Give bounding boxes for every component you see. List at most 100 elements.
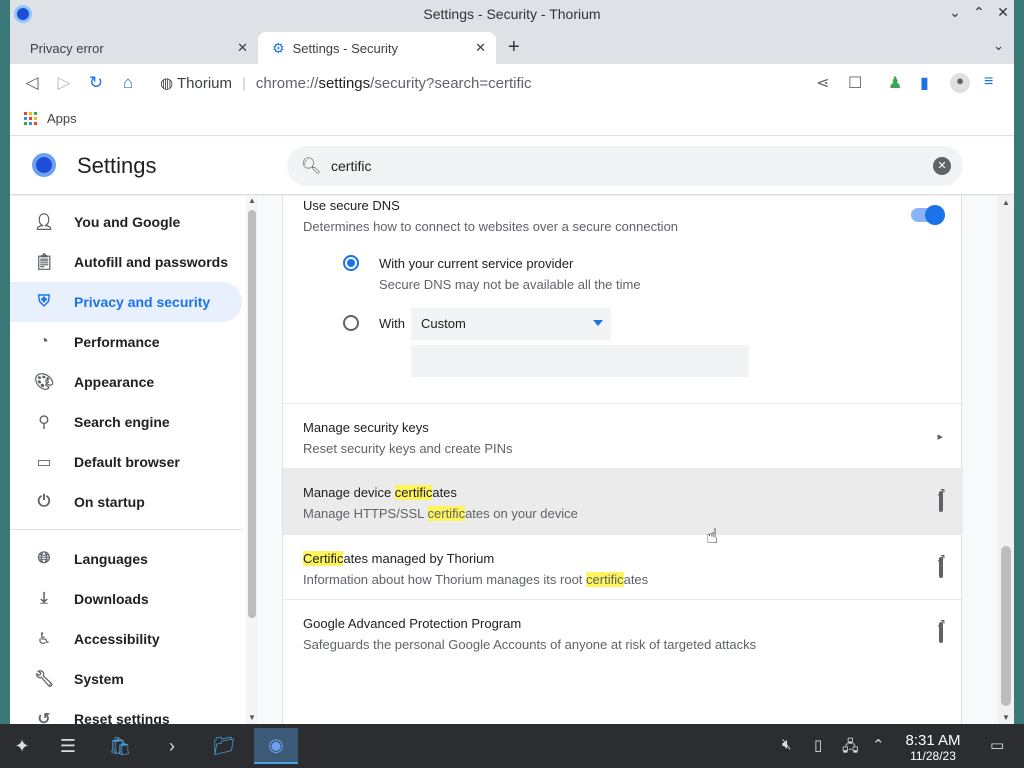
sidebar-item-appearance[interactable]: 🎨︎ Appearance (10, 362, 242, 402)
globe-icon: 🌐︎ (37, 550, 51, 567)
manage-security-keys-row[interactable]: Manage security keys Reset security keys… (283, 404, 963, 470)
scroll-up-icon[interactable]: ▲ (248, 196, 256, 205)
select-value: Custom (421, 316, 466, 331)
tray-expand-icon[interactable]: ⌃ (872, 736, 885, 754)
sidebar-item-accessibility[interactable]: ♿︎ Accessibility (10, 619, 242, 659)
radio-current-provider[interactable] (343, 255, 359, 271)
discover-store-icon[interactable]: 🛍︎ (98, 728, 142, 764)
shield-icon: ⛨ (37, 293, 50, 310)
manage-device-certificates-row[interactable]: Manage device certificates Manage HTTPS/… (283, 469, 963, 535)
sidebar-item-reset[interactable]: ↺ Reset settings (10, 699, 242, 724)
thorium-taskbar-icon[interactable]: ◉ (254, 728, 298, 764)
main-scrollbar[interactable]: ▲ ▼ (998, 196, 1014, 724)
profile-avatar-icon[interactable]: ● (950, 73, 970, 93)
sidebar-item-you-and-google[interactable]: 👤︎ You and Google (10, 202, 242, 242)
address-bar[interactable]: ◍ Thorium | chrome://settings/security?s… (160, 74, 531, 93)
power-icon: ⏻ (37, 493, 51, 510)
sidebar-item-label: Default browser (74, 454, 180, 470)
menu-icon[interactable]: ≡ (984, 73, 993, 91)
tab-search-chevron-icon[interactable]: ⌄ (993, 38, 1004, 54)
scroll-down-icon[interactable]: ▼ (248, 713, 256, 722)
secure-dns-toggle[interactable] (911, 205, 945, 225)
sidebar-item-autofill[interactable]: 📋︎ Autofill and passwords (10, 242, 242, 282)
show-desktop-icon[interactable]: ▭ (990, 736, 1004, 754)
share-icon[interactable]: ⋖ (816, 73, 829, 93)
search-icon: 🔍︎ (301, 158, 322, 175)
network-icon[interactable]: 🖧︎ (842, 736, 859, 761)
maximize-icon[interactable]: ⌃ (972, 4, 986, 21)
home-icon[interactable]: ⌂ (118, 73, 138, 93)
side-panel-icon[interactable]: ▮ (920, 73, 929, 93)
site-identity[interactable]: ◍ Thorium (160, 74, 232, 92)
sidebar-item-label: Reset settings (74, 711, 170, 724)
taskbar: ✦ ☰ 🛍︎ › 📁︎ ◉ 🔇︎ ▯ 🖧︎ ⌃ 8:31 AM 11/28/23… (0, 724, 1024, 768)
desktop: Settings - Security - Thorium ⌄ ⌃ ✕ Priv… (0, 0, 1024, 768)
muted-speaker-icon[interactable]: 🔇︎ (782, 736, 791, 753)
sidebar-item-on-startup[interactable]: ⏻ On startup (10, 482, 242, 522)
reset-icon: ↺ (37, 711, 51, 724)
file-manager-icon[interactable]: 📁︎ (202, 728, 246, 764)
accessibility-icon: ♿︎ (36, 631, 52, 648)
person-icon: 👤︎ (34, 214, 55, 231)
sidebar-item-languages[interactable]: 🌐︎ Languages (10, 539, 242, 579)
dns-provider-select[interactable]: Custom (411, 308, 611, 340)
secure-dns-subtitle: Determines how to connect to websites ov… (303, 219, 679, 234)
tab-strip: Privacy error ✕ ⚙ Settings - Security ✕ … (10, 28, 1014, 64)
storage-icon[interactable]: ▯ (814, 736, 822, 754)
current-provider-option: With your current service provider Secur… (379, 256, 641, 292)
new-tab-button[interactable]: + (508, 36, 520, 59)
sidebar-item-default-browser[interactable]: ▭ Default browser (10, 442, 242, 482)
scroll-down-icon[interactable]: ▼ (1002, 713, 1010, 722)
sidebar-item-system[interactable]: 🔧︎ System (10, 659, 242, 699)
sidebar-item-search-engine[interactable]: ⚲ Search engine (10, 402, 242, 442)
address-separator: | (242, 74, 246, 92)
row-title: Manage device certificates (303, 485, 457, 500)
sidebar-item-performance[interactable]: ◔ Performance (10, 322, 242, 362)
close-tab-icon[interactable]: ✕ (237, 40, 248, 56)
back-icon[interactable]: ◁ (22, 73, 42, 93)
sidebar-item-downloads[interactable]: ⤓ Downloads (10, 579, 242, 619)
minimize-icon[interactable]: ⌄ (948, 4, 962, 21)
tab-settings-security[interactable]: ⚙ Settings - Security ✕ (258, 32, 496, 64)
toggle-knob (925, 205, 945, 225)
sidebar-item-label: Performance (74, 334, 160, 350)
tab-label: Privacy error (30, 40, 104, 56)
search-highlight: Certific (303, 551, 344, 566)
title-bar: Settings - Security - Thorium ⌄ ⌃ ✕ (10, 0, 1014, 28)
app-launcher-icon[interactable]: ✦ (0, 728, 44, 764)
custom-dns-input[interactable] (411, 345, 749, 377)
sidebar-item-label: Search engine (74, 414, 170, 430)
close-tab-icon[interactable]: ✕ (475, 40, 486, 56)
sidebar-scroll-thumb[interactable] (248, 210, 256, 618)
sidebar-item-privacy[interactable]: ⛨ Privacy and security (10, 282, 242, 322)
terminal-icon[interactable]: › (150, 728, 194, 764)
sidebar-scrollbar[interactable]: ▲ ▼ (246, 196, 258, 724)
clock[interactable]: 8:31 AM 11/28/23 (896, 732, 970, 763)
search-input[interactable]: certific (331, 158, 371, 174)
sidebar-item-label: Downloads (74, 591, 149, 607)
chevron-right-icon: ▸ (937, 431, 943, 443)
settings-main: Use secure DNS Determines how to connect… (258, 196, 1014, 724)
main-scroll-thumb[interactable] (1001, 546, 1011, 706)
hand-cursor-icon: ☝ (706, 526, 719, 548)
settings-search-box[interactable]: 🔍︎ certific ✕ (287, 146, 963, 186)
apps-bookmark[interactable]: Apps (47, 111, 77, 126)
forward-icon[interactable]: ▷ (54, 73, 74, 93)
clock-date: 11/28/23 (910, 749, 956, 763)
advanced-protection-row[interactable]: Google Advanced Protection Program Safeg… (283, 600, 963, 666)
reload-icon[interactable]: ↻ (86, 73, 106, 93)
clear-search-icon[interactable]: ✕ (933, 157, 951, 175)
close-window-icon[interactable]: ✕ (996, 4, 1010, 21)
sidebar-item-label: System (74, 671, 124, 687)
thorium-certificates-row[interactable]: Certificates managed by Thorium Informat… (283, 535, 963, 601)
secure-dns-title: Use secure DNS (303, 198, 400, 213)
tab-privacy-error[interactable]: Privacy error ✕ (10, 32, 258, 64)
system-settings-icon[interactable]: ☰ (46, 728, 90, 764)
radio-custom-provider[interactable] (343, 315, 359, 331)
tab-label: Settings - Security (292, 40, 399, 56)
apps-grid-icon (24, 112, 37, 125)
scroll-up-icon[interactable]: ▲ (1002, 198, 1010, 207)
search-highlight: certific (586, 572, 624, 587)
extension-icon[interactable]: ♟ (888, 73, 902, 93)
bookmark-icon[interactable]: ☐ (848, 73, 862, 93)
